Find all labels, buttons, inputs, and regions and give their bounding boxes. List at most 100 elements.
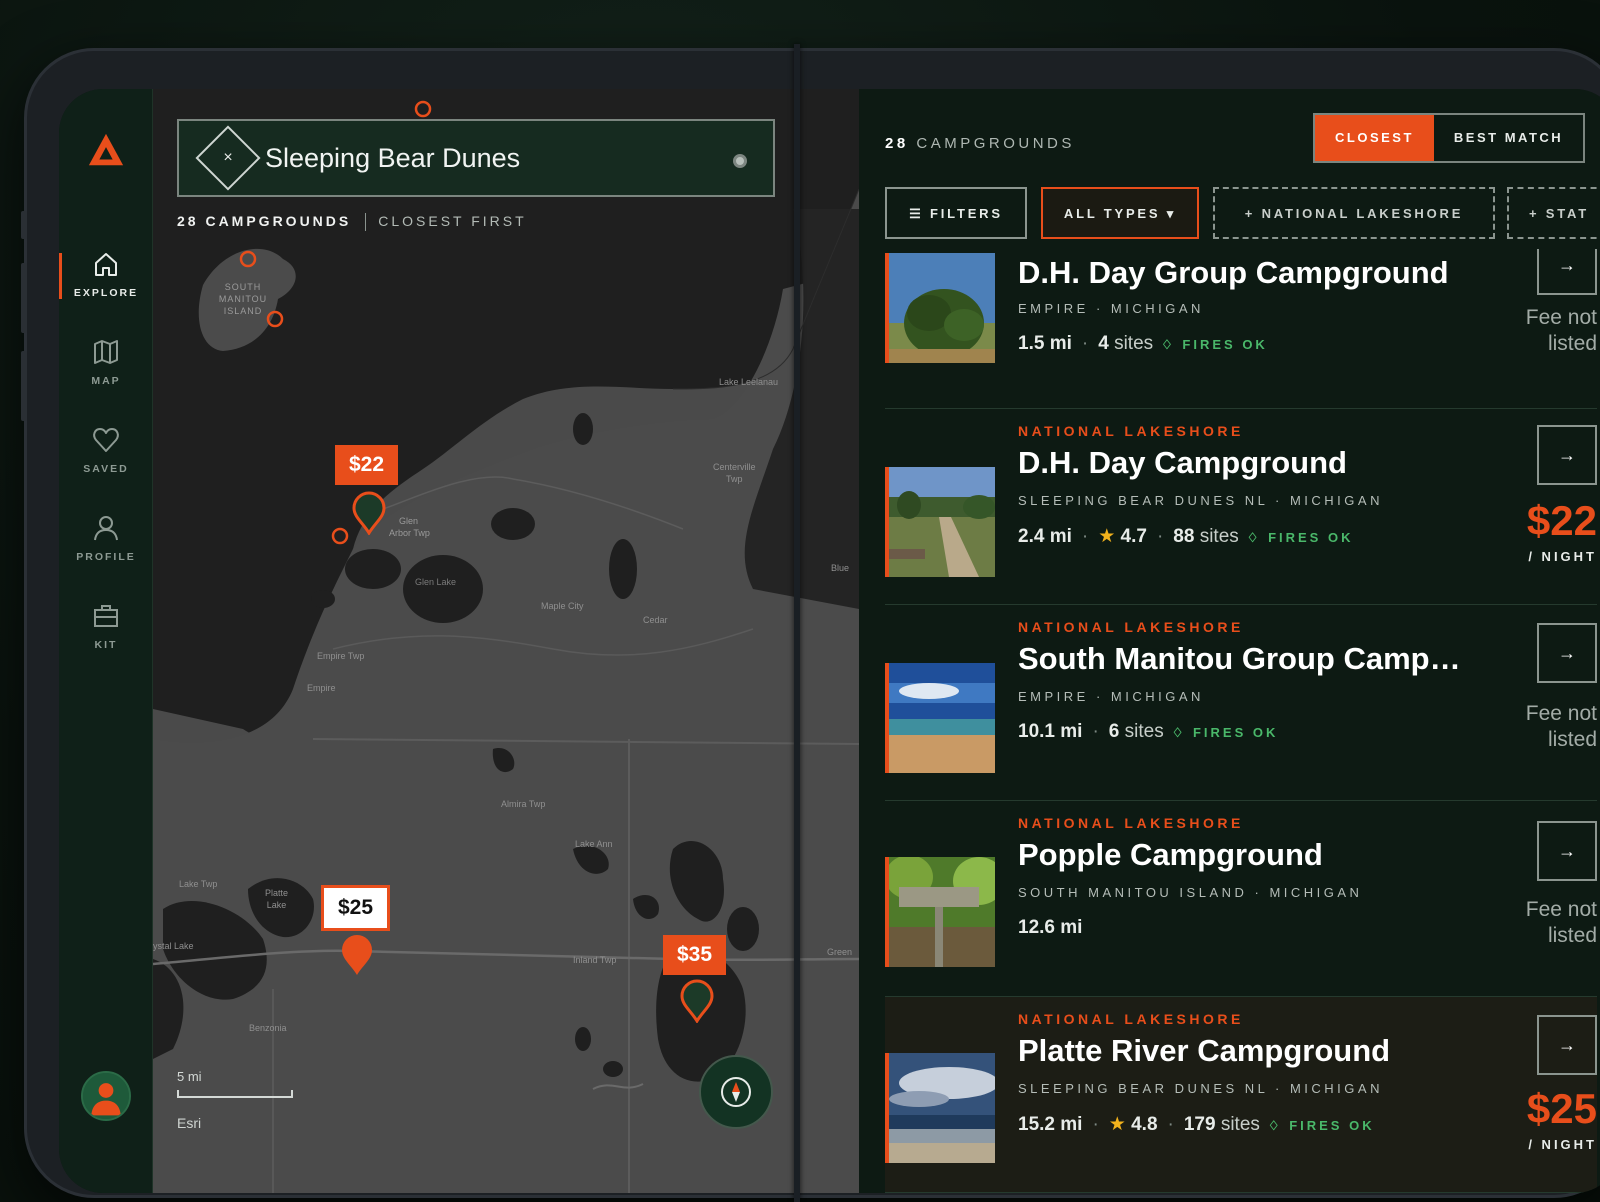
campground-thumbnail bbox=[885, 857, 995, 967]
location-dot-icon[interactable] bbox=[733, 154, 747, 168]
map-label: Green bbox=[827, 947, 853, 957]
star-icon: ★ bbox=[1108, 1114, 1126, 1135]
map-label: Lake Leelanau bbox=[719, 377, 779, 387]
sites-label: sites bbox=[1220, 1114, 1260, 1135]
campground-type: NATIONAL LAKESHORE bbox=[1018, 423, 1244, 439]
filters-button[interactable]: ☰ FILTERS bbox=[885, 187, 1027, 239]
user-icon bbox=[94, 516, 118, 541]
open-detail-button[interactable]: → bbox=[1537, 821, 1597, 881]
avatar[interactable] bbox=[81, 1071, 131, 1121]
filter-chips: ☰ FILTERS ALL TYPES ▾ + NATIONAL LAKESHO… bbox=[885, 187, 1600, 239]
distance: 10.1 mi bbox=[1018, 721, 1083, 742]
campground-list: D.H. Day Group Campground EMPIRE · MICHI… bbox=[885, 249, 1597, 1193]
list-item[interactable]: NATIONAL LAKESHORE South Manitou Group C… bbox=[885, 605, 1597, 801]
list-item-selected[interactable]: NATIONAL LAKESHORE Platte River Campgrou… bbox=[885, 997, 1597, 1193]
all-types-dropdown[interactable]: ALL TYPES ▾ bbox=[1041, 187, 1199, 239]
campground-name[interactable]: South Manitou Group Camp… bbox=[1018, 641, 1461, 677]
map-label: Lake Twp bbox=[179, 879, 218, 889]
campground-name[interactable]: D.H. Day Group Campground bbox=[1018, 255, 1449, 291]
national-lakeshore-chip[interactable]: + NATIONAL LAKESHORE bbox=[1213, 187, 1495, 239]
sidebar-item-profile[interactable]: PROFILE bbox=[59, 513, 153, 563]
flame-icon: ♢ bbox=[1246, 530, 1262, 545]
open-detail-button[interactable]: → bbox=[1537, 623, 1597, 683]
campground-thumbnail bbox=[885, 467, 995, 577]
sidebar-item-label: PROFILE bbox=[76, 551, 136, 563]
open-detail-button[interactable]: → bbox=[1537, 1015, 1597, 1075]
search-bar[interactable]: × Sleeping Bear Dunes bbox=[177, 119, 775, 197]
sort-closest-button[interactable]: CLOSEST bbox=[1315, 115, 1434, 161]
heart-icon bbox=[93, 428, 119, 452]
site-count: 88 bbox=[1173, 526, 1195, 547]
campground-location: SLEEPING BEAR DUNES NL · MICHIGAN bbox=[1018, 1081, 1383, 1096]
fires-ok-badge: ♢ FIRES OK bbox=[1267, 1118, 1375, 1133]
compass-button[interactable] bbox=[699, 1055, 773, 1129]
campground-type: NATIONAL LAKESHORE bbox=[1018, 815, 1244, 831]
device-side-button bbox=[21, 211, 27, 239]
list-item[interactable]: NATIONAL LAKESHORE Popple Campground SOU… bbox=[885, 801, 1597, 997]
map-label: ystal Lake bbox=[153, 941, 194, 951]
map-label: Lake Ann bbox=[575, 839, 613, 849]
list-item[interactable]: NATIONAL LAKESHORE D.H. Day Campground S… bbox=[885, 409, 1597, 605]
campground-name[interactable]: D.H. Day Campground bbox=[1018, 445, 1347, 481]
sidebar-item-kit[interactable]: KIT bbox=[59, 601, 153, 651]
fee-not-listed: Fee not listed bbox=[1525, 306, 1597, 355]
distance: 1.5 mi bbox=[1018, 333, 1072, 354]
fee-not-listed: Fee not listed bbox=[1525, 702, 1597, 751]
sidebar-item-map[interactable]: MAP bbox=[59, 337, 153, 387]
campground-stats: 1.5 mi · 4 sites ♢ FIRES OK bbox=[1018, 333, 1268, 354]
map-label: Empire Twp bbox=[317, 651, 365, 661]
campground-location: EMPIRE · MICHIGAN bbox=[1018, 301, 1204, 316]
campground-type: NATIONAL LAKESHORE bbox=[1018, 1011, 1244, 1027]
home-icon bbox=[95, 253, 117, 276]
map-label: Cedar bbox=[643, 615, 668, 625]
price-pin-label[interactable]: $35 bbox=[663, 935, 727, 975]
rating: 4.7 bbox=[1120, 526, 1147, 547]
map-scale: 5 mi bbox=[177, 1069, 293, 1098]
campground-location: SOUTH MANITOU ISLAND · MICHIGAN bbox=[1018, 885, 1363, 900]
map-result-summary: 28 CAMPGROUNDS CLOSEST FIRST bbox=[177, 213, 527, 232]
campground-name[interactable]: Popple Campground bbox=[1018, 837, 1323, 873]
device-volume-up bbox=[21, 263, 27, 333]
open-detail-button[interactable]: → bbox=[1537, 425, 1597, 485]
price-pin-label[interactable]: $22 bbox=[335, 445, 399, 485]
map-label: Glen Arbor Twp bbox=[389, 516, 430, 538]
sort-toggle: CLOSEST BEST MATCH bbox=[1313, 113, 1586, 163]
state-chip[interactable]: + STAT bbox=[1507, 187, 1600, 239]
open-detail-button[interactable]: → bbox=[1537, 249, 1597, 295]
map-pin-icon[interactable] bbox=[339, 933, 375, 977]
device-fold-hinge bbox=[794, 44, 800, 1202]
close-icon[interactable]: × bbox=[215, 143, 241, 173]
price-pin-label-selected[interactable]: $25 bbox=[321, 885, 391, 931]
search-input[interactable]: Sleeping Bear Dunes bbox=[265, 143, 520, 174]
sidebar-item-saved[interactable]: SAVED bbox=[59, 425, 153, 475]
avatar-person-icon bbox=[83, 1073, 129, 1119]
map-label: Benzonia bbox=[249, 1023, 287, 1033]
map-label: Glen Lake bbox=[415, 577, 457, 587]
sort-best-match-button[interactable]: BEST MATCH bbox=[1433, 115, 1584, 161]
map-label-south-manitou: SOUTH MANITOU ISLAND bbox=[218, 282, 268, 316]
map-pin-icon[interactable] bbox=[351, 491, 387, 535]
map-sort-label: CLOSEST FIRST bbox=[378, 213, 527, 229]
sidebar-item-label: MAP bbox=[91, 375, 121, 387]
site-count: 4 bbox=[1098, 333, 1109, 354]
distance: 12.6 mi bbox=[1018, 917, 1083, 938]
map-label: Almira Twp bbox=[501, 799, 546, 809]
list-item[interactable]: D.H. Day Group Campground EMPIRE · MICHI… bbox=[885, 249, 1597, 409]
campground-thumbnail bbox=[885, 663, 995, 773]
campground-location: SLEEPING BEAR DUNES NL · MICHIGAN bbox=[1018, 493, 1383, 508]
site-count: 179 bbox=[1183, 1114, 1216, 1135]
campground-name[interactable]: Platte River Campground bbox=[1018, 1033, 1390, 1069]
map-pin-icon[interactable] bbox=[679, 979, 715, 1023]
sites-label: sites bbox=[1199, 526, 1239, 547]
sites-label: sites bbox=[1124, 721, 1164, 742]
map-view[interactable]: SOUTH MANITOU ISLAND Lake Leelanau Centerv… bbox=[153, 89, 859, 1193]
sidebar-item-explore[interactable]: EXPLORE bbox=[59, 249, 153, 299]
map-icon bbox=[94, 340, 118, 364]
scale-label: 5 mi bbox=[177, 1069, 202, 1084]
fires-ok-badge: ♢ FIRES OK bbox=[1171, 725, 1279, 740]
flame-icon: ♢ bbox=[1171, 725, 1187, 740]
price-per-night: $22 bbox=[1526, 497, 1597, 544]
price-per-night: $25 bbox=[1526, 1085, 1597, 1132]
map-label: Inland Twp bbox=[573, 955, 617, 965]
map-label: Platte Lake bbox=[265, 888, 289, 910]
